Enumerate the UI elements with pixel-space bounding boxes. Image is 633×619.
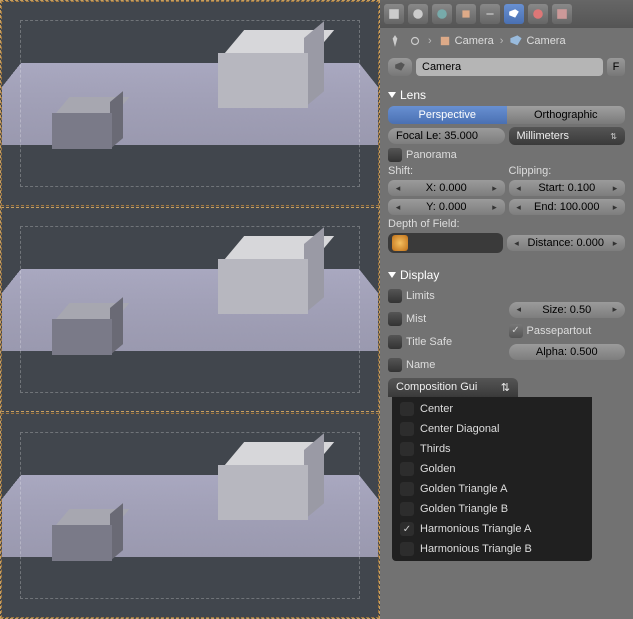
name-checkbox[interactable] — [388, 358, 402, 372]
menu-item-checkbox — [400, 502, 414, 516]
tab-scene-icon[interactable] — [408, 4, 428, 24]
camera-object-icon — [438, 34, 452, 48]
tab-data-icon[interactable] — [504, 4, 524, 24]
breadcrumb-object[interactable]: Camera — [455, 35, 494, 47]
menu-item[interactable]: Center Diagonal — [392, 419, 592, 439]
clip-start-input[interactable]: ◂Start: 0.100▸ — [509, 180, 626, 196]
properties-panel: › Camera › Camera Camera F Lens Perspect… — [380, 0, 633, 619]
menu-item[interactable]: Thirds — [392, 439, 592, 459]
lens-type-segment: Perspective Orthographic — [388, 106, 625, 124]
composition-guides-menu: Center Center Diagonal Thirds Golden Golden … — [392, 397, 592, 561]
menu-item-label: Golden Triangle B — [420, 503, 508, 515]
menu-item[interactable]: Golden — [392, 459, 592, 479]
shift-y-input[interactable]: ◂Y: 0.000▸ — [388, 199, 505, 215]
menu-item-label: Golden Triangle A — [420, 483, 507, 495]
alpha-input[interactable]: Alpha: 0.500 — [509, 344, 626, 360]
menu-item-checkbox — [400, 442, 414, 456]
dof-label: Depth of Field: — [388, 218, 460, 230]
breadcrumb-data[interactable]: Camera — [526, 35, 565, 47]
clip-end-input[interactable]: ◂End: 100.000▸ — [509, 199, 626, 215]
lens-panel: Lens Perspective Orthographic Focal Le: … — [380, 80, 633, 260]
menu-item-checkbox — [400, 402, 414, 416]
clipping-label: Clipping: — [509, 165, 626, 177]
tab-constraints-icon[interactable] — [480, 4, 500, 24]
lens-unit-select[interactable]: Millimeters⇅ — [509, 127, 626, 145]
menu-item[interactable]: Golden Triangle A — [392, 479, 592, 499]
camera-icon — [394, 61, 406, 73]
menu-item-checkbox — [400, 542, 414, 556]
menu-item-checkbox — [400, 462, 414, 476]
titlesafe-checkbox[interactable] — [388, 335, 402, 349]
menu-item[interactable]: Harmonious Triangle B — [392, 539, 592, 559]
panorama-checkbox[interactable] — [388, 148, 402, 162]
menu-item-checkbox: ✓ — [400, 522, 414, 536]
passepartout-checkbox[interactable]: ✓ — [509, 324, 523, 338]
menu-item-checkbox — [400, 422, 414, 436]
tab-object-icon[interactable] — [456, 4, 476, 24]
disclosure-triangle-icon — [388, 272, 396, 278]
menu-item-checkbox — [400, 482, 414, 496]
panorama-label: Panorama — [406, 149, 457, 161]
property-tabs — [380, 0, 633, 28]
mist-checkbox[interactable] — [388, 312, 402, 326]
dof-object-input[interactable] — [388, 233, 503, 253]
menu-item-label: Center Diagonal — [420, 423, 500, 435]
composition-guides-select[interactable]: Composition Gui⇅ — [388, 378, 518, 397]
dof-distance-input[interactable]: ◂Distance: 0.000▸ — [507, 235, 626, 251]
perspective-button[interactable]: Perspective — [388, 106, 507, 124]
menu-item[interactable]: ✓ Harmonious Triangle A — [392, 519, 592, 539]
lens-header[interactable]: Lens — [388, 88, 625, 102]
menu-item-label: Golden — [420, 463, 455, 475]
shift-label: Shift: — [388, 165, 505, 177]
menu-item[interactable]: Golden Triangle B — [392, 499, 592, 519]
display-header[interactable]: Display — [388, 268, 625, 282]
pin-icon[interactable] — [388, 34, 402, 48]
menu-item[interactable]: Center — [392, 399, 592, 419]
disclosure-triangle-icon — [388, 92, 396, 98]
viewport-3[interactable] — [1, 413, 379, 618]
menu-item-label: Harmonious Triangle B — [420, 543, 532, 555]
datablock-name-input[interactable]: Camera — [416, 58, 603, 76]
orthographic-button[interactable]: Orthographic — [507, 106, 626, 124]
menu-item-label: Harmonious Triangle A — [420, 523, 531, 535]
tab-world-icon[interactable] — [432, 4, 452, 24]
shift-x-input[interactable]: ◂X: 0.000▸ — [388, 180, 505, 196]
menu-item-label: Thirds — [420, 443, 451, 455]
fake-user-button[interactable]: F — [607, 58, 625, 76]
limits-checkbox[interactable] — [388, 289, 402, 303]
breadcrumb: › Camera › Camera — [380, 28, 633, 54]
viewport-1[interactable] — [1, 1, 379, 206]
size-input[interactable]: ◂Size: 0.50▸ — [509, 302, 626, 318]
viewport-column — [0, 0, 380, 619]
viewport-2[interactable] — [1, 207, 379, 412]
menu-item-label: Center — [420, 403, 453, 415]
tab-render-icon[interactable] — [384, 4, 404, 24]
display-panel: Display Limits Mist Title Safe Name ◂Siz… — [380, 260, 633, 401]
datablock-browse[interactable] — [388, 58, 412, 76]
camera-data-icon — [509, 34, 523, 48]
tab-texture-icon[interactable] — [552, 4, 572, 24]
datablock-name-row: Camera F — [380, 54, 633, 80]
focal-length-input[interactable]: Focal Le: 35.000 — [388, 128, 505, 144]
tab-material-icon[interactable] — [528, 4, 548, 24]
object-icon — [392, 235, 408, 251]
context-icon[interactable] — [408, 34, 422, 48]
